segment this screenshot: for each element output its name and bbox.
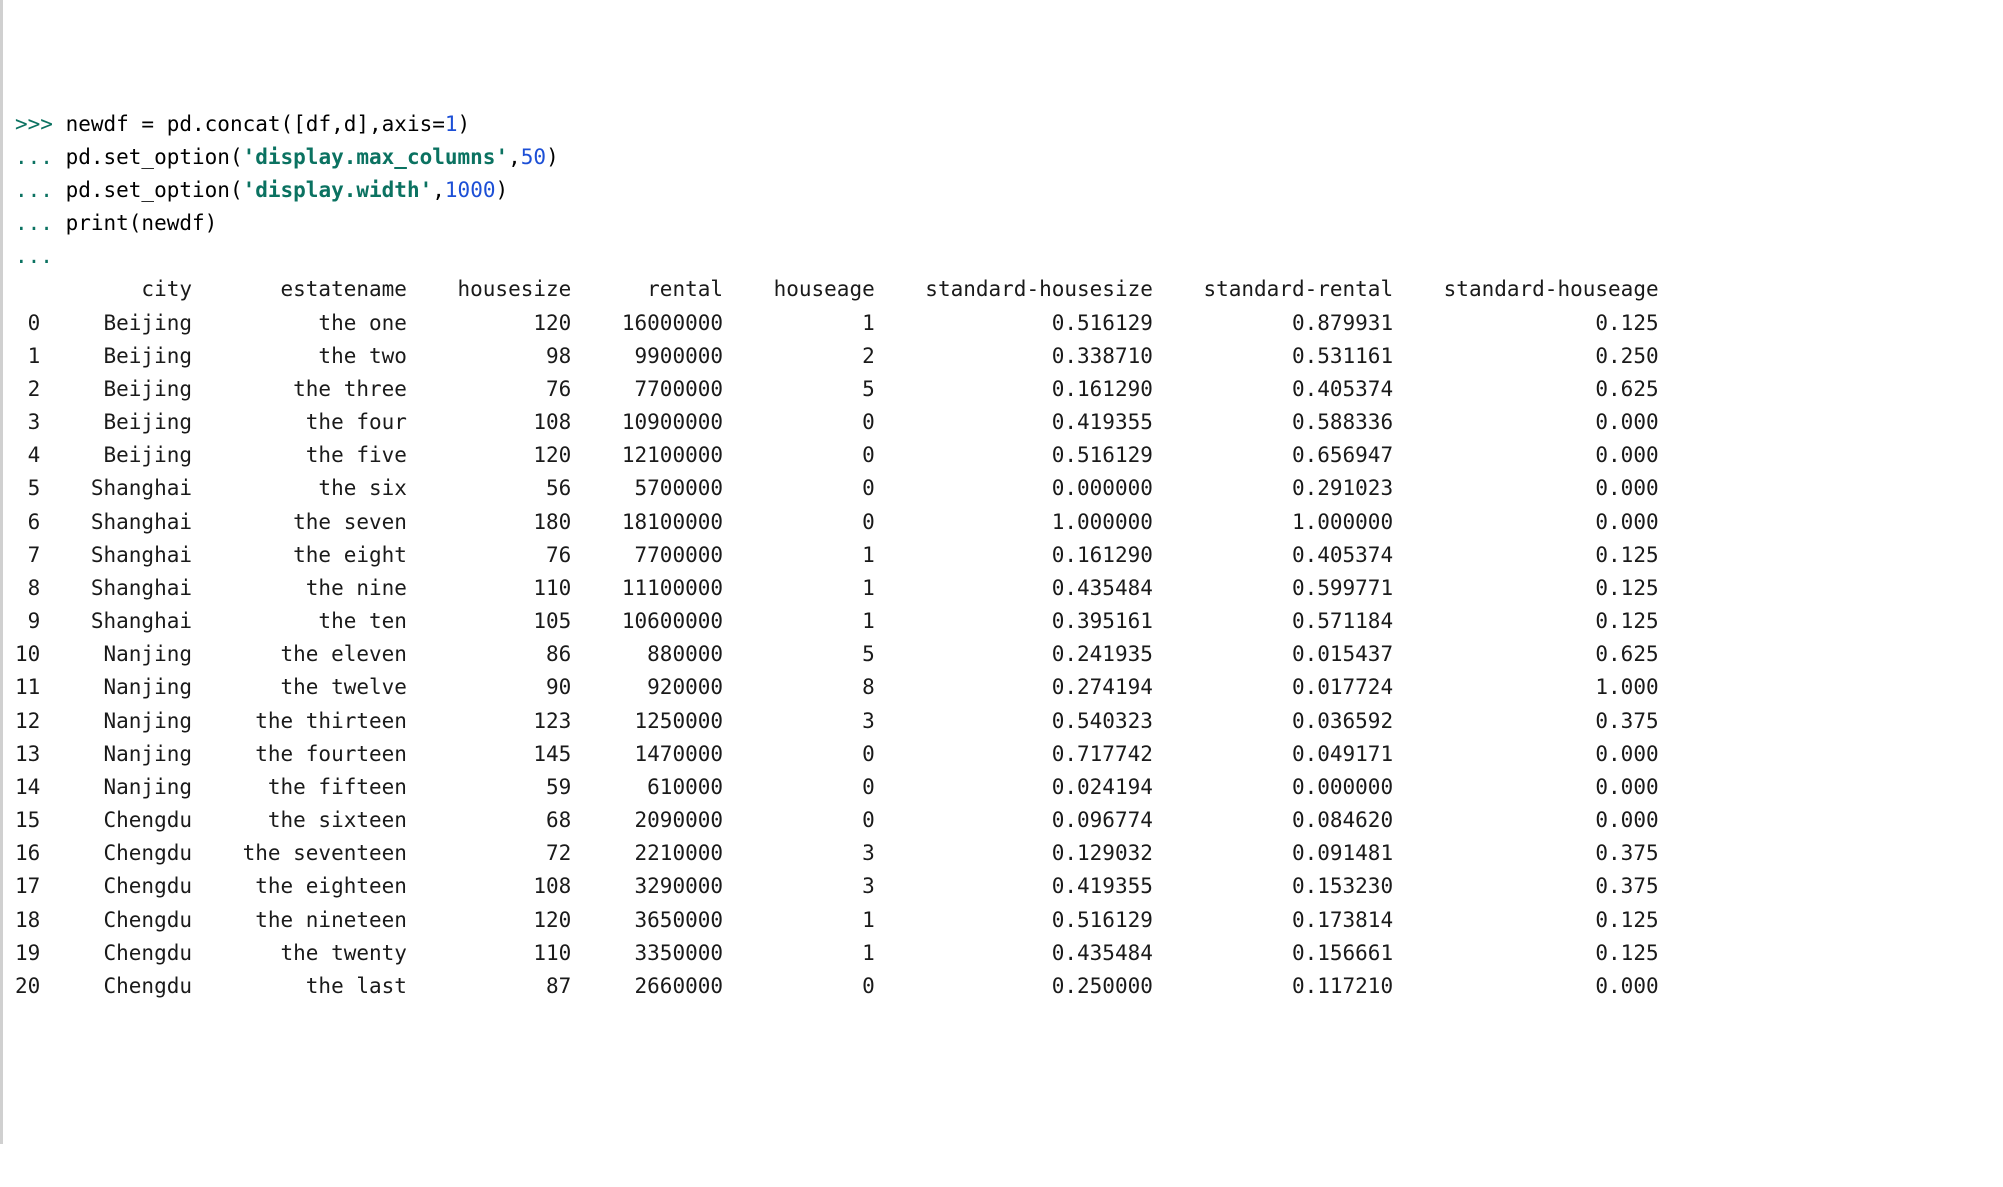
token-code: pd.set_option(: [66, 178, 243, 202]
table-row: 0 Beijing the one 120 16000000 1 0.51612…: [15, 307, 1991, 340]
table-row: 11 Nanjing the twelve 90 920000 8 0.2741…: [15, 671, 1991, 704]
table-row: 6 Shanghai the seven 180 18100000 0 1.00…: [15, 506, 1991, 539]
table-row: 2 Beijing the three 76 7700000 5 0.16129…: [15, 373, 1991, 406]
prompt-continuation: ...: [15, 211, 66, 235]
token-code: ,: [508, 145, 521, 169]
table-row: 7 Shanghai the eight 76 7700000 1 0.1612…: [15, 539, 1991, 572]
code-line: >>> newdf = pd.concat([df,d],axis=1): [15, 108, 1991, 141]
token-num: 1: [445, 112, 458, 136]
table-row: 15 Chengdu the sixteen 68 2090000 0 0.09…: [15, 804, 1991, 837]
code-line: ...: [15, 240, 1991, 273]
table-row: 12 Nanjing the thirteen 123 1250000 3 0.…: [15, 705, 1991, 738]
code-line: ... pd.set_option('display.width',1000): [15, 174, 1991, 207]
table-row: 19 Chengdu the twenty 110 3350000 1 0.43…: [15, 937, 1991, 970]
prompt-continuation: ...: [15, 145, 66, 169]
table-row: 16 Chengdu the seventeen 72 2210000 3 0.…: [15, 837, 1991, 870]
table-row: 3 Beijing the four 108 10900000 0 0.4193…: [15, 406, 1991, 439]
token-code: ): [546, 145, 559, 169]
python-repl-terminal[interactable]: >>> newdf = pd.concat([df,d],axis=1)... …: [15, 108, 1991, 1004]
token-code: ): [495, 178, 508, 202]
table-row: 18 Chengdu the nineteen 120 3650000 1 0.…: [15, 904, 1991, 937]
code-line: ... print(newdf): [15, 207, 1991, 240]
token-code: newdf = pd.concat([df,d],axis=: [66, 112, 445, 136]
table-row: 13 Nanjing the fourteen 145 1470000 0 0.…: [15, 738, 1991, 771]
token-code: ,: [432, 178, 445, 202]
token-code: ): [458, 112, 471, 136]
token-str: 'display.width': [243, 178, 433, 202]
prompt-continuation: ...: [15, 178, 66, 202]
table-row: 1 Beijing the two 98 9900000 2 0.338710 …: [15, 340, 1991, 373]
table-header: city estatename housesize rental houseag…: [15, 273, 1991, 306]
code-line: ... pd.set_option('display.max_columns',…: [15, 141, 1991, 174]
prompt-continuation: ...: [15, 244, 66, 268]
table-row: 10 Nanjing the eleven 86 880000 5 0.2419…: [15, 638, 1991, 671]
table-row: 4 Beijing the five 120 12100000 0 0.5161…: [15, 439, 1991, 472]
table-row: 14 Nanjing the fifteen 59 610000 0 0.024…: [15, 771, 1991, 804]
token-code: pd.set_option(: [66, 145, 243, 169]
table-row: 8 Shanghai the nine 110 11100000 1 0.435…: [15, 572, 1991, 605]
token-num: 50: [521, 145, 546, 169]
token-num: 1000: [445, 178, 496, 202]
table-row: 17 Chengdu the eighteen 108 3290000 3 0.…: [15, 870, 1991, 903]
table-row: 20 Chengdu the last 87 2660000 0 0.25000…: [15, 970, 1991, 1003]
prompt-primary: >>>: [15, 112, 66, 136]
table-row: 9 Shanghai the ten 105 10600000 1 0.3951…: [15, 605, 1991, 638]
table-row: 5 Shanghai the six 56 5700000 0 0.000000…: [15, 472, 1991, 505]
token-str: 'display.max_columns': [243, 145, 509, 169]
token-code: print(newdf): [66, 211, 218, 235]
